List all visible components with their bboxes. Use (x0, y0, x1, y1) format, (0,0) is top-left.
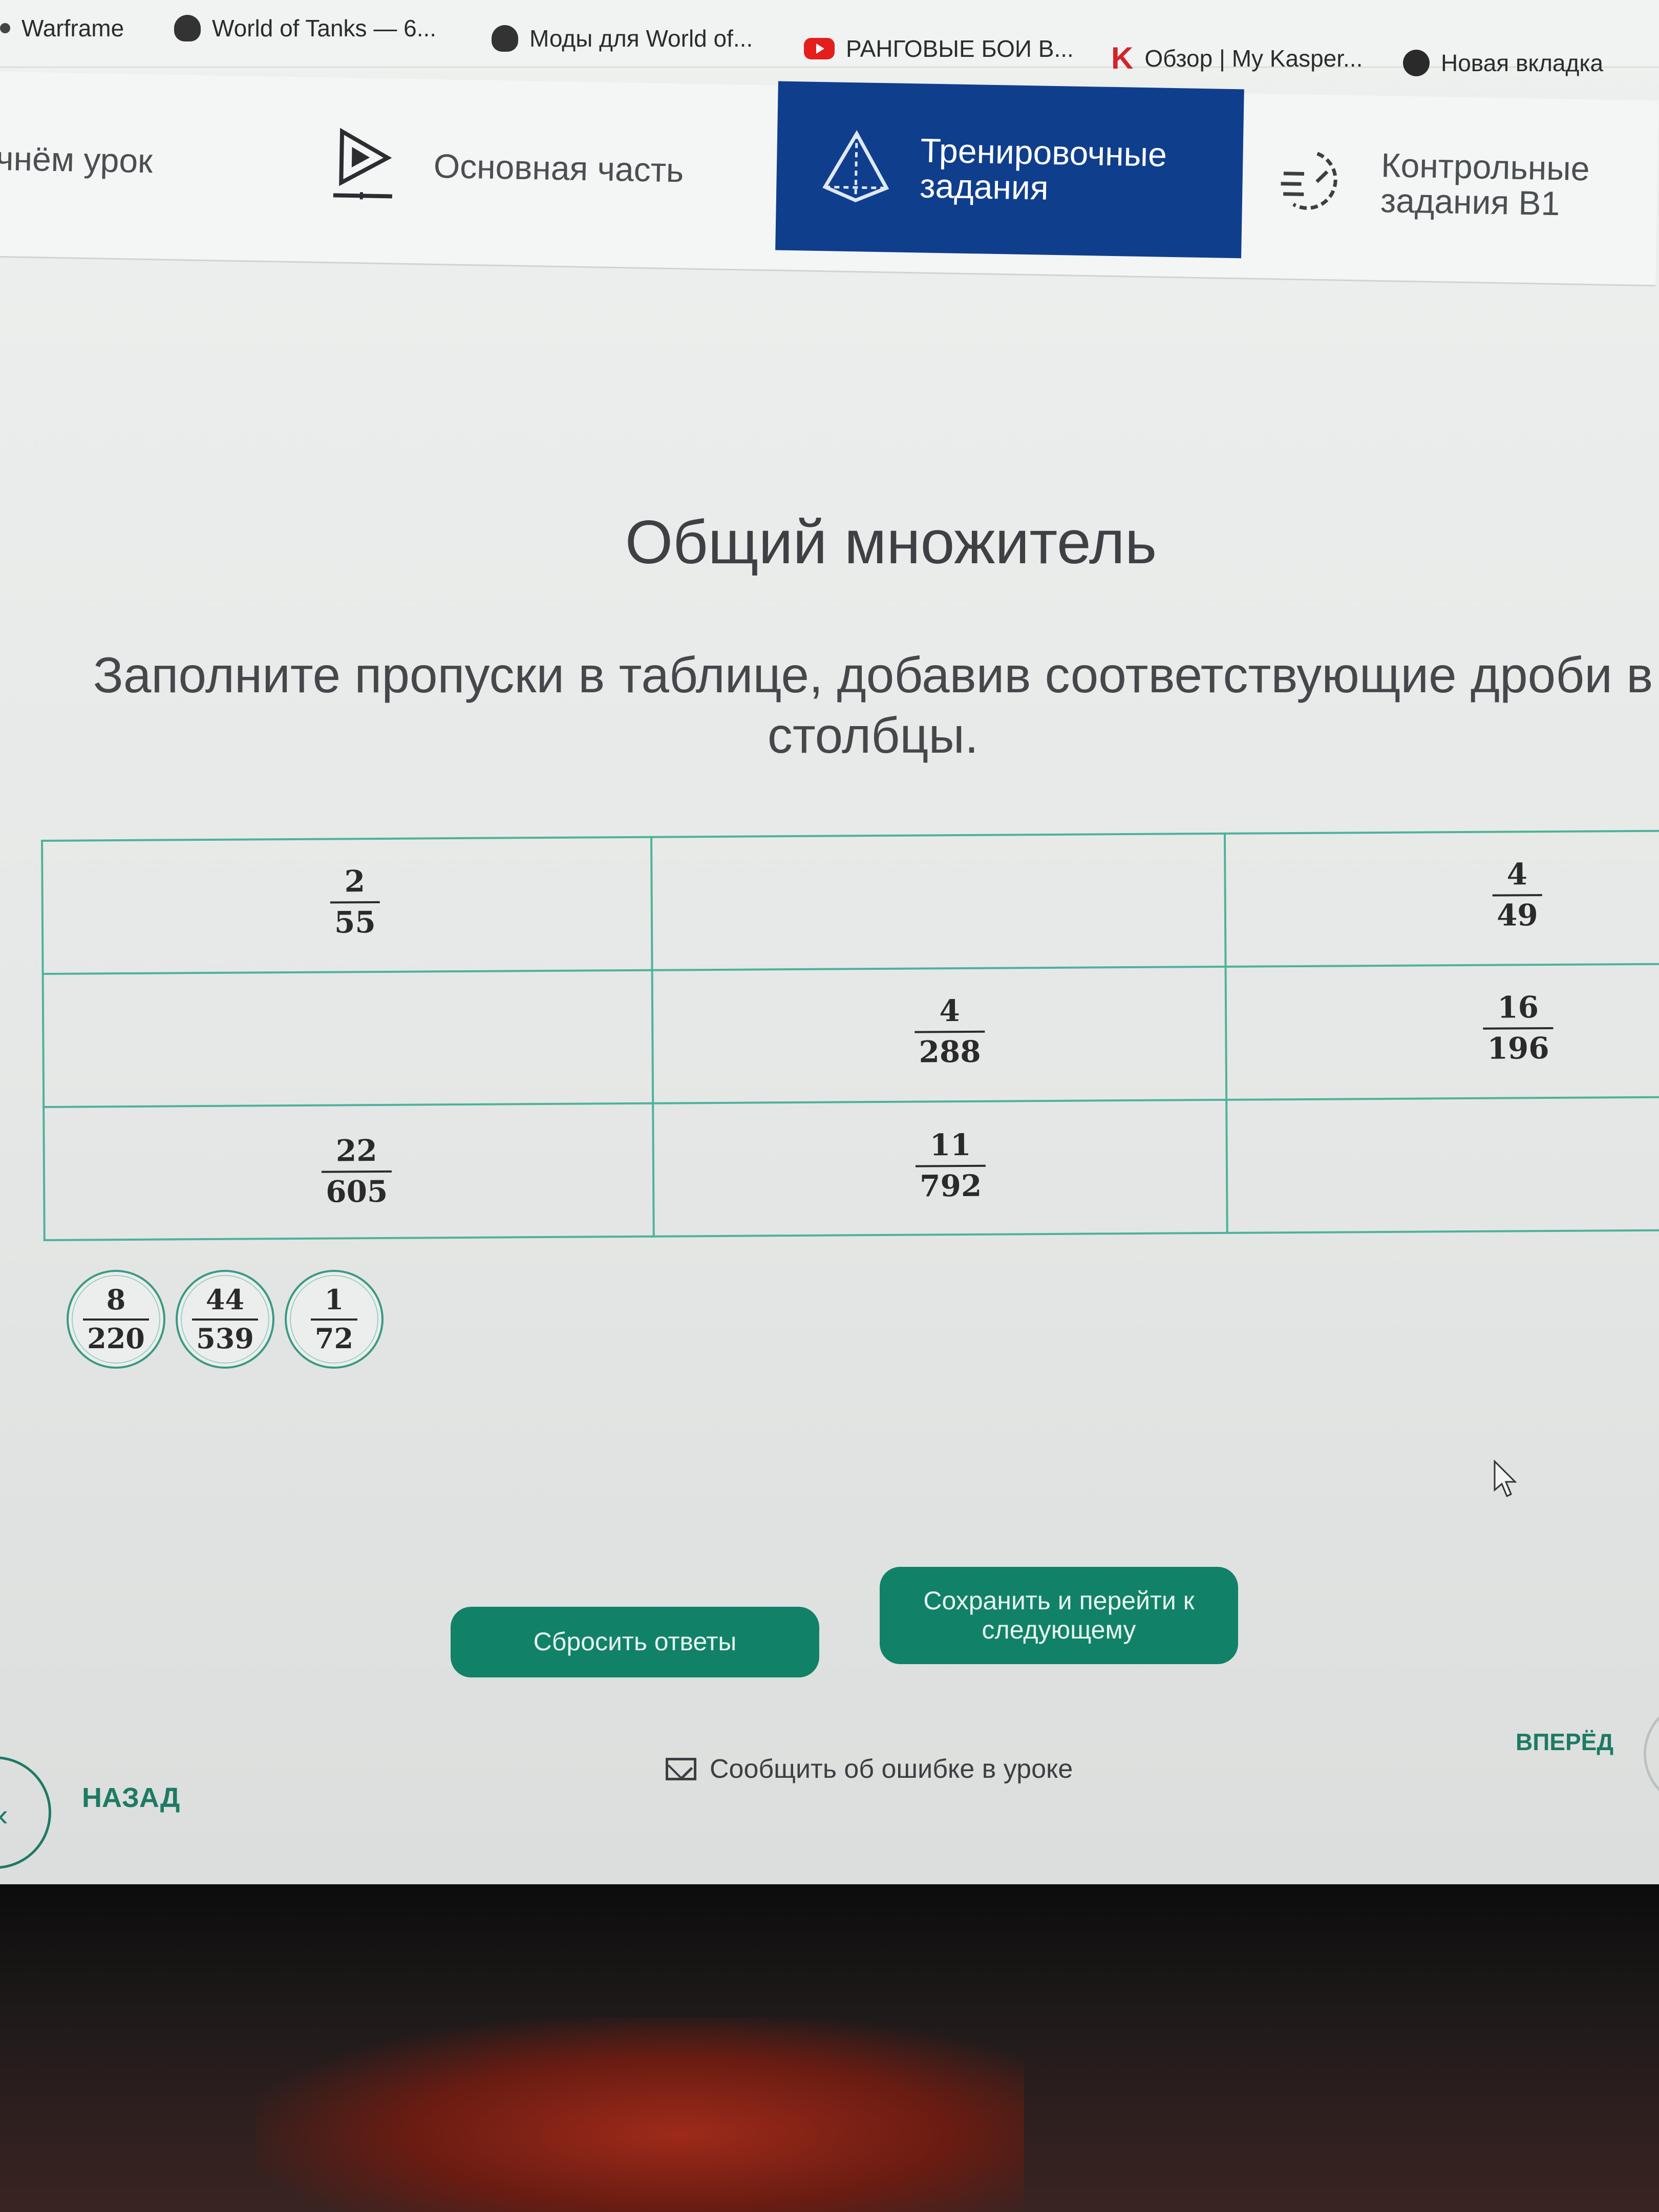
bookmark-new-tab[interactable]: Новая вкладка (1403, 49, 1603, 77)
browser-screen: Warframe World of Tanks — 6... Моды для … (0, 0, 1659, 1884)
draggable-fraction-chip[interactable]: 8 220 (67, 1270, 165, 1369)
forward-link[interactable]: ВПЕРЁД (1516, 1728, 1613, 1756)
numerator: 16 (1497, 990, 1539, 1025)
back-link[interactable]: НАЗАД (82, 1782, 180, 1814)
fraction: 11 792 (915, 1127, 986, 1203)
fraction: 44 539 (192, 1283, 258, 1354)
bookmark-label: Новая вкладка (1441, 50, 1604, 76)
mail-icon (666, 1758, 696, 1780)
draggable-fraction-chip[interactable]: 1 72 (285, 1270, 384, 1369)
reset-answers-button[interactable]: Сбросить ответы (451, 1607, 819, 1677)
report-error-label: Сообщить об ошибке в уроке (710, 1754, 1073, 1784)
fraction: 22 605 (321, 1133, 392, 1209)
table-cell[interactable]: 11 792 (653, 1099, 1227, 1237)
globe-icon (1403, 50, 1430, 76)
table-row: 2 55 4 49 (42, 831, 1659, 974)
bookmark-ranked[interactable]: РАНГОВЫЕ БОИ В... (804, 35, 1074, 62)
warframe-icon (0, 23, 10, 33)
tab-label: Контрольные задания B1 (1380, 145, 1590, 223)
fraction: 8 220 (83, 1283, 149, 1354)
lesson-navigation: ачнём урок Основная часть Тренировочные … (0, 71, 1659, 287)
tab-label: ачнём урок (0, 139, 153, 180)
numerator: 4 (1506, 857, 1528, 892)
tab-main-part[interactable]: Основная часть (325, 77, 758, 259)
tab-label-line2: задания B1 (1380, 181, 1560, 223)
play-icon (333, 127, 392, 200)
denominator: 49 (1492, 894, 1542, 932)
fraction: 4 288 (914, 993, 985, 1069)
numerator: 2 (344, 864, 366, 899)
tab-label-line2: задания (919, 166, 1049, 207)
stopwatch-icon (1281, 152, 1337, 210)
fraction-choices: 8 220 44 539 1 72 (67, 1270, 384, 1369)
table-row: 22 605 11 792 (44, 1097, 1659, 1240)
numerator: 22 (335, 1133, 377, 1168)
bookmark-label: Обзор | My Kasper... (1144, 45, 1363, 72)
table-row: 4 288 16 196 (42, 964, 1659, 1107)
table-cell[interactable]: 4 288 (652, 966, 1227, 1103)
task-instruction: Заполните пропуски в таблице, добавив со… (93, 647, 1653, 763)
bookmark-warframe[interactable]: Warframe (0, 14, 124, 42)
denominator: 72 (310, 1318, 358, 1354)
bookmark-mods[interactable]: Моды для World of... (492, 25, 753, 52)
bookmark-label: РАНГОВЫЕ БОИ В... (846, 35, 1074, 62)
tank-icon (174, 15, 201, 41)
denominator: 792 (915, 1164, 986, 1203)
fraction: 16 196 (1483, 990, 1554, 1066)
desk-object (256, 2017, 1024, 2212)
youtube-icon (804, 38, 835, 59)
numerator: 4 (939, 993, 961, 1029)
denominator: 539 (192, 1318, 258, 1354)
mouse-cursor-icon (1494, 1459, 1517, 1498)
chevron-left-icon: ‹ (0, 1797, 8, 1833)
kaspersky-icon: K (1111, 41, 1134, 75)
bookmarks-bar: Warframe World of Tanks — 6... Моды для … (0, 0, 1659, 76)
tab-training-tasks[interactable]: Тренировочные задания (775, 81, 1244, 259)
tab-label: Тренировочные задания (919, 131, 1167, 208)
bookmark-kaspersky[interactable]: K Обзор | My Kasper... (1111, 43, 1363, 74)
report-error-link[interactable]: Сообщить об ошибке в уроке (666, 1754, 1073, 1784)
empty-drop-cell[interactable] (1226, 1097, 1659, 1233)
numerator: 11 (929, 1127, 971, 1163)
forward-circle-button[interactable] (1644, 1700, 1659, 1807)
numerator: 8 (106, 1283, 126, 1316)
tab-label: Основная часть (433, 147, 684, 189)
tab-start-lesson[interactable]: ачнём урок (0, 71, 266, 250)
bookmark-label: Warframe (22, 15, 124, 41)
empty-drop-cell[interactable] (42, 970, 653, 1107)
bookmark-world-of-tanks[interactable]: World of Tanks — 6... (174, 14, 436, 42)
tank-icon (492, 25, 518, 52)
table-cell[interactable]: 4 49 (1224, 831, 1659, 967)
save-and-next-button[interactable]: Сохранить и перейти к следующему (880, 1567, 1238, 1664)
fraction: 1 72 (310, 1283, 358, 1354)
tab-control-tasks[interactable]: Контрольные задания B1 (1277, 94, 1659, 275)
bookmark-label: Моды для World of... (529, 25, 753, 52)
table-cell[interactable]: 2 55 (42, 837, 652, 974)
denominator: 196 (1483, 1027, 1554, 1066)
pyramid-icon (822, 130, 889, 202)
bookmark-label: World of Tanks — 6... (212, 15, 437, 41)
denominator: 605 (321, 1170, 392, 1209)
fraction: 2 55 (330, 864, 380, 940)
draggable-fraction-chip[interactable]: 44 539 (176, 1270, 274, 1369)
denominator: 55 (330, 901, 380, 940)
denominator: 220 (83, 1318, 149, 1354)
table-cell[interactable]: 22 605 (44, 1103, 654, 1240)
denominator: 288 (914, 1030, 985, 1069)
numerator: 1 (324, 1283, 344, 1316)
page-title: Общий множитель (625, 508, 1157, 577)
numerator: 44 (205, 1283, 245, 1316)
fraction-table: 2 55 4 49 4 288 16 196 22 605 11 792 (41, 830, 1659, 1241)
empty-drop-cell[interactable] (651, 833, 1226, 970)
table-cell[interactable]: 16 196 (1225, 964, 1659, 1100)
fraction: 4 49 (1492, 857, 1542, 932)
tab-label-line1: Контрольные (1380, 145, 1590, 187)
